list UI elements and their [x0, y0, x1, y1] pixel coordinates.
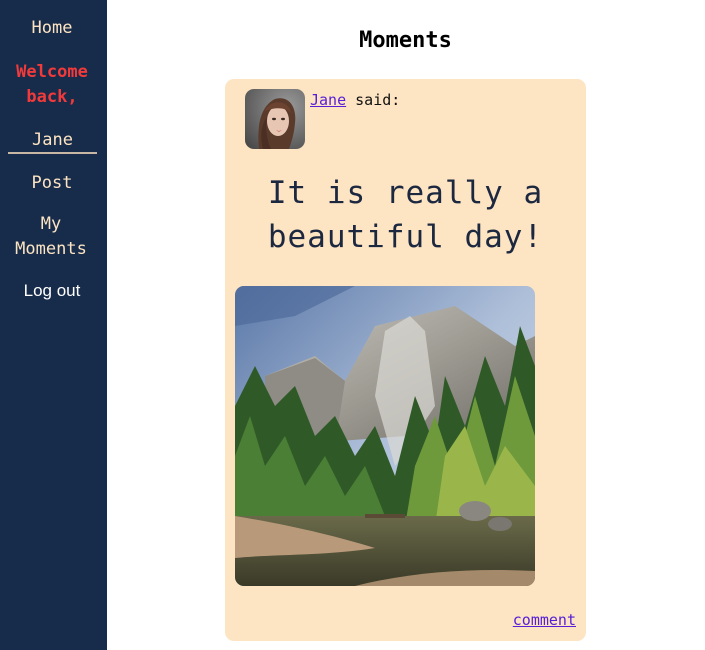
page-title: Moments — [359, 28, 452, 53]
sidebar: Home Welcome back, Jane Post My Moments … — [0, 0, 107, 650]
moment-card: Jane said: It is really a beautiful day! — [225, 79, 586, 641]
post-author-link[interactable]: Jane — [310, 91, 346, 109]
woman-portrait-avatar-icon[interactable] — [245, 89, 305, 149]
mountain-forest-landscape-photo-icon — [235, 286, 535, 586]
post-author-line: Jane said: — [310, 91, 400, 109]
nav-post-link[interactable]: Post — [0, 171, 104, 196]
welcome-message: Welcome back, — [16, 62, 88, 107]
nav-my-moments-link[interactable]: My Moments — [4, 212, 98, 262]
post-said-label: said: — [355, 91, 401, 109]
nav-home-link[interactable]: Home — [0, 16, 104, 41]
current-username: Jane — [8, 128, 97, 154]
logout-link[interactable]: Log out — [0, 278, 104, 303]
comment-link[interactable]: comment — [513, 611, 576, 629]
post-text: It is really a beautiful day! — [267, 175, 544, 255]
